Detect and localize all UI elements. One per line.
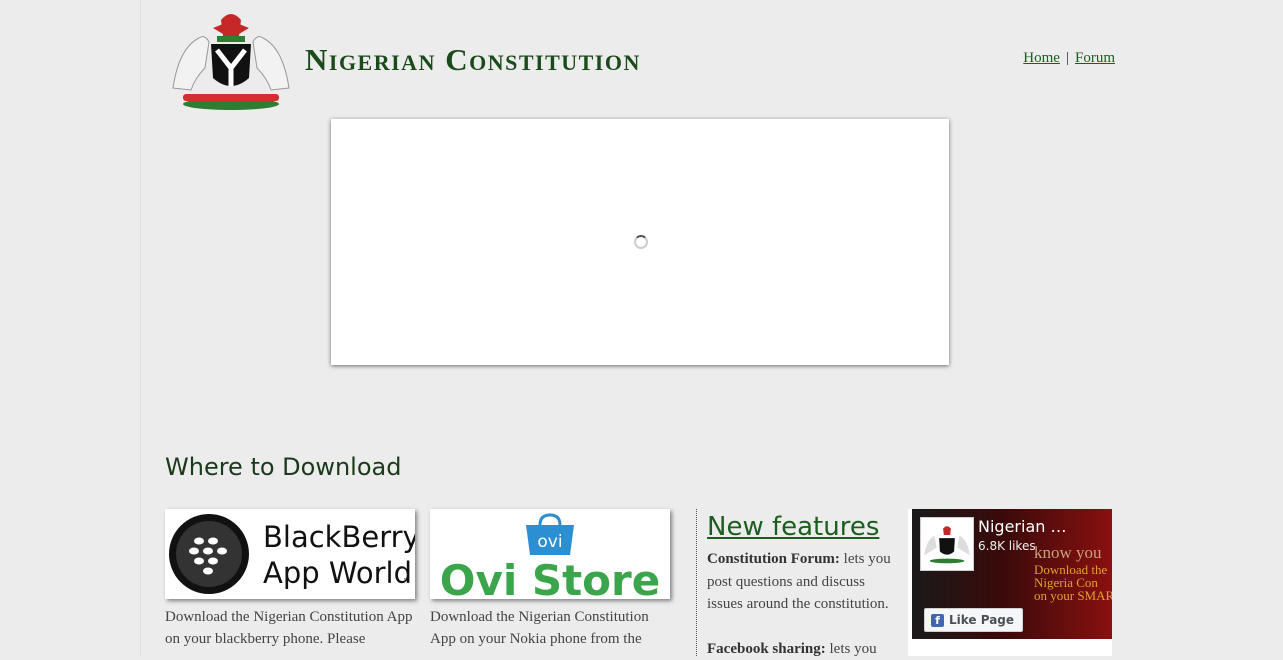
column-divider — [696, 509, 697, 656]
feature-text: lets you — [826, 641, 877, 657]
site-title: Nigerian Constitution — [305, 42, 641, 78]
nav-forum-link[interactable]: Forum — [1075, 50, 1115, 66]
ovi-description: Download the Nigerian Constitution App o… — [430, 606, 670, 650]
blackberry-app-world-badge[interactable]: BlackBerry App World ™ — [165, 509, 415, 599]
blackberry-text-line1: BlackBerry — [263, 520, 415, 554]
ovi-store-text: Ovi Store — [440, 556, 660, 599]
where-to-download-heading: Where to Download — [165, 453, 401, 481]
blackberry-description: Download the Nigerian Constitution App o… — [165, 606, 415, 650]
fb-like-page-label: Like Page — [949, 613, 1014, 627]
facebook-cover-image[interactable]: know you Download the Nigeria Con on you… — [912, 509, 1112, 639]
facebook-page-widget: know you Download the Nigeria Con on you… — [908, 509, 1112, 656]
loading-spinner-icon — [634, 235, 648, 249]
top-nav: Home | Forum — [1023, 50, 1115, 67]
blackberry-text-line2: App World — [263, 556, 412, 590]
ovi-store-logo-icon: ovi Ovi Store — [430, 509, 670, 599]
fb-promo-line1: know you — [1034, 543, 1102, 563]
new-features-list: Constitution Forum: lets you post questi… — [707, 548, 899, 660]
fb-promo-line4: on your SMAR — [1034, 589, 1112, 602]
fb-page-name[interactable]: Nigerian … — [978, 517, 1066, 536]
feature-name: Facebook sharing: — [707, 641, 826, 657]
coat-of-arms-logo[interactable] — [165, 8, 297, 110]
feature-item: Constitution Forum: lets you post questi… — [707, 548, 899, 616]
fb-promo-lines: Download the Nigeria Con on your SMAR — [1034, 563, 1112, 602]
image-slider[interactable] — [331, 119, 949, 365]
feature-name: Constitution Forum: — [707, 551, 840, 567]
coat-of-arms-icon — [921, 518, 973, 570]
trademark-symbol: ™ — [403, 577, 410, 585]
nav-home-link[interactable]: Home — [1023, 50, 1060, 66]
feature-item: Facebook sharing: lets you — [707, 638, 899, 660]
fb-page-avatar[interactable] — [920, 517, 974, 571]
fb-like-count: 6.8K likes — [978, 539, 1036, 553]
nav-separator: | — [1066, 50, 1069, 66]
blackberry-logo-icon: BlackBerry App World ™ — [165, 509, 415, 599]
facebook-f-icon: f — [931, 614, 944, 627]
new-features-link[interactable]: New features — [707, 512, 879, 542]
ovi-store-badge[interactable]: ovi Ovi Store — [430, 509, 670, 599]
fb-like-page-button[interactable]: f Like Page — [924, 608, 1023, 632]
ovi-badge-text: ovi — [537, 532, 562, 552]
page-left-rule — [140, 0, 141, 656]
